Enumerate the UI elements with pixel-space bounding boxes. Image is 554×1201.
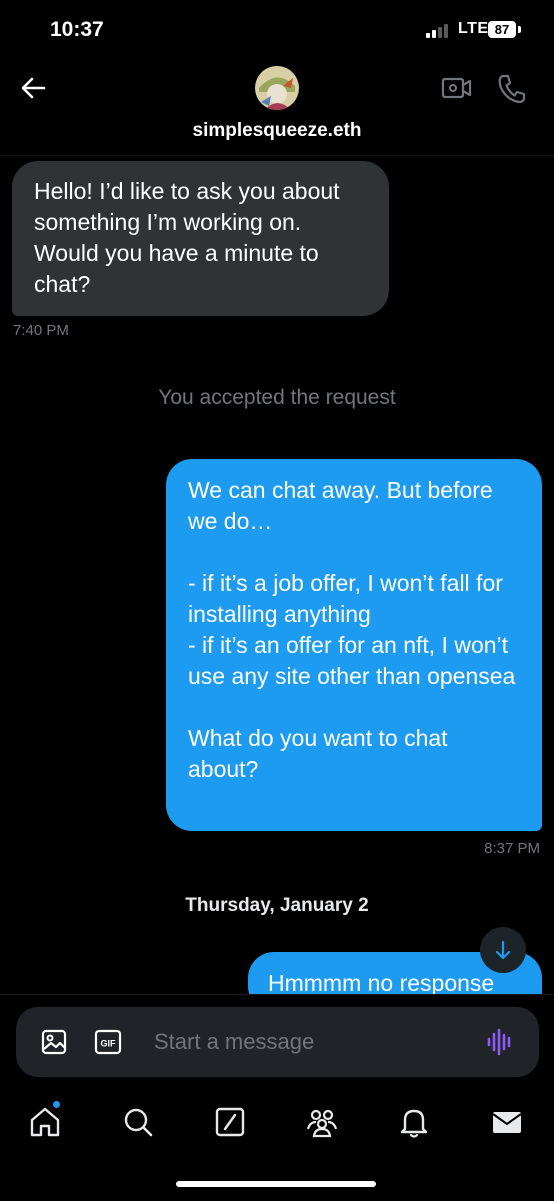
communities-icon [306,1109,338,1138]
search-icon [124,1108,153,1137]
message-input[interactable] [150,1020,478,1064]
tab-grok[interactable] [212,1104,248,1140]
video-call-button[interactable] [440,74,472,102]
incoming-message-bubble[interactable]: Hello! I’d like to ask you about somethi… [12,161,389,316]
system-note: You accepted the request [158,386,396,409]
battery-cap [518,26,521,33]
tab-search[interactable] [120,1104,156,1140]
phone-call-button[interactable] [496,72,526,104]
add-image-button[interactable] [40,1028,68,1056]
tab-home[interactable] [27,1104,63,1140]
battery-level: 87 [488,21,516,38]
image-icon [41,1029,67,1055]
notification-dot [53,1101,60,1108]
scroll-to-bottom-button[interactable] [480,927,526,973]
home-indicator [176,1181,376,1187]
tab-messages[interactable] [489,1104,525,1140]
gif-button[interactable]: GIF [94,1029,122,1055]
gif-label: GIF [101,1039,117,1049]
gif-icon: GIF [94,1029,122,1055]
network-type: LTE [458,20,489,37]
tab-notifications[interactable] [396,1104,432,1140]
back-button[interactable] [18,72,50,104]
signal-strength-icon [426,24,452,38]
contact-avatar[interactable] [255,66,299,110]
avatar-image [255,66,299,110]
tab-communities[interactable] [304,1104,340,1140]
voice-waveform-icon [487,1028,511,1056]
arrow-down-icon [495,940,511,960]
status-time: 10:37 [50,18,104,41]
date-separator: Thursday, January 2 [185,895,369,916]
contact-name[interactable]: simplesqueeze.eth [0,120,554,142]
message-timestamp: 8:37 PM [484,840,540,857]
video-call-icon [441,77,472,99]
home-icon [30,1107,60,1137]
header-divider [0,155,554,156]
message-timestamp: 7:40 PM [13,322,69,339]
outgoing-message-bubble[interactable]: We can chat away. But before we do… - if… [166,459,542,831]
phone-icon [498,74,526,104]
mail-icon [492,1112,522,1133]
bell-icon [400,1109,428,1138]
voice-message-button[interactable] [485,1027,515,1057]
arrow-left-icon [21,77,46,99]
grok-icon [215,1107,245,1137]
